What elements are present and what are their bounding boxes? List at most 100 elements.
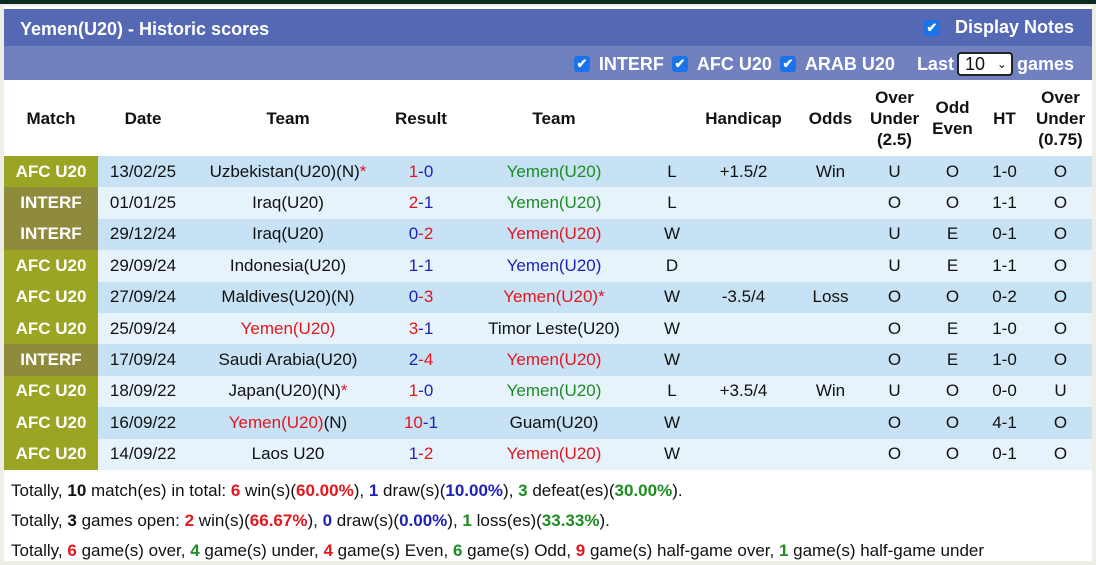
result-cell[interactable]: 3-1	[388, 312, 454, 345]
odds-cell	[797, 218, 864, 251]
home-team-cell[interactable]: Japan(U20)(N)*	[188, 375, 388, 408]
home-team-name[interactable]: Indonesia(U20)	[230, 256, 346, 275]
away-team-cell[interactable]: Yemen(U20)	[454, 438, 654, 470]
away-team-cell[interactable]: Yemen(U20)	[454, 218, 654, 251]
away-team-name[interactable]: Yemen(U20)	[507, 381, 602, 400]
win-loss-cell: W	[654, 407, 690, 439]
result-cell[interactable]: 1-2	[388, 438, 454, 470]
over-under-cell: O	[864, 438, 925, 470]
league-cell[interactable]: AFC U20	[4, 156, 98, 188]
home-team-cell[interactable]: Uzbekistan(U20)(N)*	[188, 156, 388, 188]
summary-value: 10.00%	[445, 481, 504, 500]
away-team-cell[interactable]: Yemen(U20)	[454, 375, 654, 408]
home-score: 2	[408, 193, 419, 213]
handicap-cell	[690, 312, 797, 345]
result-cell[interactable]: 1-0	[388, 375, 454, 408]
date-cell: 29/12/24	[98, 218, 188, 251]
league-cell[interactable]: INTERF	[4, 344, 98, 376]
summary-value: 2	[184, 511, 195, 530]
summary-text: draw(s)(	[332, 511, 400, 530]
result-cell[interactable]: 1-1	[388, 250, 454, 282]
league-cell[interactable]: AFC U20	[4, 312, 98, 345]
half-over-under-cell: O	[1029, 218, 1092, 251]
result-cell[interactable]: 10-1	[388, 407, 454, 439]
scores-table: Match Date Team Result Team Handicap Odd…	[4, 80, 1092, 470]
away-team-name[interactable]: Yemen(U20)	[507, 224, 602, 243]
home-score: 10	[403, 412, 423, 432]
half-time-cell: 0-1	[980, 438, 1029, 470]
home-team-cell[interactable]: Yemen(U20)(N)	[188, 407, 388, 439]
summary-text: ),	[307, 511, 323, 530]
arab-u20-checkbox[interactable]: ✔	[779, 56, 796, 72]
result-cell[interactable]: 2-4	[388, 344, 454, 376]
away-team-cell[interactable]: Yemen(U20)	[454, 156, 654, 188]
away-team-cell[interactable]: Guam(U20)	[454, 407, 654, 439]
result-cell[interactable]: 1-0	[388, 156, 454, 188]
display-notes-toggle[interactable]: ✔ Display Notes	[923, 17, 1074, 38]
half-time-cell: 0-2	[980, 281, 1029, 313]
col-home-team: Team	[188, 80, 388, 156]
odds-cell: Loss	[797, 281, 864, 313]
league-cell[interactable]: AFC U20	[4, 438, 98, 470]
away-team-cell[interactable]: Yemen(U20)	[454, 187, 654, 219]
home-team-cell[interactable]: Yemen(U20)	[188, 312, 388, 345]
last-games-select[interactable]: 10 ⌄	[956, 52, 1013, 76]
away-score: 1	[423, 193, 434, 213]
home-team-cell[interactable]: Iraq(U20)	[188, 187, 388, 219]
summary-open-games-line: Totally, 3 games open: 2 win(s)(66.67%),…	[11, 511, 610, 531]
away-team-name[interactable]: Guam(U20)	[510, 413, 599, 432]
home-team-name[interactable]: Saudi Arabia(U20)	[219, 350, 358, 369]
league-cell[interactable]: INTERF	[4, 218, 98, 251]
summary-text: match(es) in total:	[86, 481, 231, 500]
interf-checkbox[interactable]: ✔	[573, 56, 590, 72]
window-top-strip	[0, 0, 1096, 4]
league-cell[interactable]: INTERF	[4, 187, 98, 219]
result-cell[interactable]: 0-2	[388, 218, 454, 251]
result-cell[interactable]: 2-1	[388, 187, 454, 219]
away-score: 4	[423, 350, 434, 370]
league-cell[interactable]: AFC U20	[4, 407, 98, 439]
home-score: 0	[408, 287, 419, 307]
ou25-line1: Over	[875, 87, 914, 107]
table-row: AFC U20 25/09/24 Yemen(U20) 3-1 Timor Leste(…	[4, 312, 1092, 345]
away-team-cell[interactable]: Yemen(U20)	[454, 344, 654, 376]
away-team-name[interactable]: Timor Leste(U20)	[488, 319, 620, 338]
away-team-cell[interactable]: Yemen(U20)	[454, 250, 654, 282]
away-team-cell[interactable]: Yemen(U20)*	[454, 281, 654, 313]
league-cell[interactable]: AFC U20	[4, 281, 98, 313]
home-team-name[interactable]: Iraq(U20)	[252, 193, 324, 212]
away-team-name[interactable]: Yemen(U20)	[507, 162, 602, 181]
away-team-name[interactable]: Yemen(U20)	[503, 287, 598, 306]
half-time-cell: 1-1	[980, 250, 1029, 282]
result-cell[interactable]: 0-3	[388, 281, 454, 313]
home-team-name[interactable]: Yemen(U20)	[241, 319, 336, 338]
display-notes-label: Display Notes	[954, 17, 1074, 37]
afc-u20-checkbox[interactable]: ✔	[671, 56, 688, 72]
home-team-name[interactable]: Laos U20	[252, 444, 325, 463]
away-score: 1	[423, 318, 434, 338]
home-team-cell[interactable]: Indonesia(U20)	[188, 250, 388, 282]
over-under-cell: O	[864, 187, 925, 219]
home-team-name[interactable]: Yemen(U20)	[229, 413, 324, 432]
league-cell[interactable]: AFC U20	[4, 250, 98, 282]
league-cell[interactable]: AFC U20	[4, 375, 98, 408]
home-team-name[interactable]: Maldives(U20)(N)	[221, 287, 354, 306]
summary-value: 6	[67, 541, 77, 560]
summary-text: win(s)(	[194, 511, 250, 530]
home-team-name[interactable]: Uzbekistan(U20)(N)	[210, 162, 360, 181]
home-team-cell[interactable]: Iraq(U20)	[188, 218, 388, 251]
home-team-cell[interactable]: Saudi Arabia(U20)	[188, 344, 388, 376]
home-team-name[interactable]: Japan(U20)(N)	[228, 381, 340, 400]
odd-even-cell: E	[925, 250, 980, 282]
away-team-name[interactable]: Yemen(U20)	[507, 444, 602, 463]
home-team-cell[interactable]: Laos U20	[188, 438, 388, 470]
away-team-name[interactable]: Yemen(U20)	[507, 256, 602, 275]
away-team-name[interactable]: Yemen(U20)	[507, 193, 602, 212]
half-time-cell: 0-1	[980, 218, 1029, 251]
display-notes-checkbox[interactable]: ✔	[923, 19, 940, 36]
home-team-cell[interactable]: Maldives(U20)(N)	[188, 281, 388, 313]
away-team-cell[interactable]: Timor Leste(U20)	[454, 312, 654, 345]
home-team-name[interactable]: Iraq(U20)	[252, 224, 324, 243]
summary-value: 1	[462, 511, 472, 530]
away-team-name[interactable]: Yemen(U20)	[507, 350, 602, 369]
